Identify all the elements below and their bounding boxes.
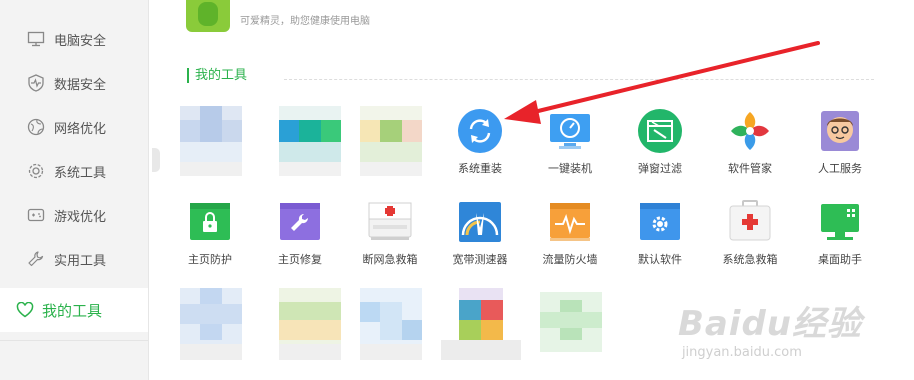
baidu-watermark: Baidu经验 jingyan.baidu.com bbox=[678, 296, 862, 360]
watermark-url: jingyan.baidu.com bbox=[681, 345, 802, 360]
watermark-logo: Baidu经验 bbox=[677, 304, 862, 344]
